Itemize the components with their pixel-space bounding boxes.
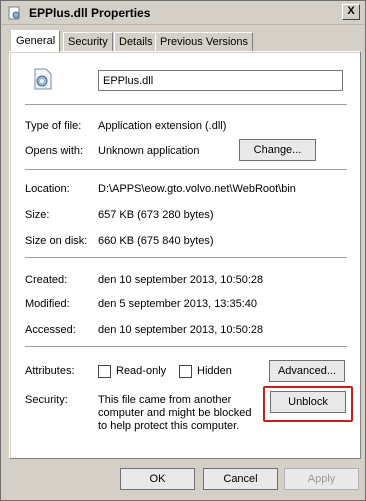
modified-value: den 5 september 2013, 13:35:40 (98, 298, 258, 310)
security-warning-text: This file came from another computer and… (98, 394, 252, 432)
divider (25, 104, 347, 106)
ok-button[interactable]: OK (120, 468, 195, 490)
general-panel: Type of file: Application extension (.dl… (9, 51, 361, 459)
read-only-label[interactable]: Read-only (116, 365, 166, 377)
dll-file-icon (8, 6, 20, 20)
window-title: EPPlus.dll Properties (29, 6, 151, 20)
created-value: den 10 september 2013, 10:50:28 (98, 274, 264, 286)
apply-button[interactable]: Apply (284, 468, 359, 490)
unblock-button[interactable]: Unblock (270, 391, 346, 413)
size-on-disk-label: Size on disk: (25, 235, 88, 247)
created-label: Created: (25, 274, 68, 286)
size-label: Size: (25, 209, 50, 221)
divider (25, 257, 347, 259)
cancel-button[interactable]: Cancel (203, 468, 278, 490)
file-gear-icon (34, 68, 52, 90)
hidden-label[interactable]: Hidden (197, 365, 232, 377)
tab-previous-versions[interactable]: Previous Versions (155, 32, 254, 51)
location-value: D:\APPS\eow.gto.volvo.net\WebRoot\bin (98, 183, 296, 195)
change-button[interactable]: Change... (239, 139, 316, 161)
size-value: 657 KB (673 280 bytes) (98, 209, 214, 221)
opens-with-value: Unknown application (98, 145, 200, 157)
divider (25, 169, 347, 171)
advanced-button[interactable]: Advanced... (269, 360, 345, 382)
accessed-label: Accessed: (25, 324, 76, 336)
opens-with-label: Opens with: (25, 145, 84, 157)
type-value: Application extension (.dll) (98, 120, 227, 132)
read-only-checkbox[interactable] (98, 365, 111, 378)
attributes-label: Attributes: (25, 365, 75, 377)
title-bar[interactable]: EPPlus.dll Properties X (2, 2, 364, 25)
location-label: Location: (25, 183, 70, 195)
hidden-checkbox[interactable] (179, 365, 192, 378)
tab-security[interactable]: Security (63, 32, 113, 51)
security-label: Security: (25, 394, 68, 406)
file-name-field[interactable] (98, 70, 343, 91)
type-label: Type of file: (25, 120, 82, 132)
modified-label: Modified: (25, 298, 70, 310)
accessed-value: den 10 september 2013, 10:50:28 (98, 324, 264, 336)
properties-window: EPPlus.dll Properties X General Security… (0, 0, 366, 501)
tab-details[interactable]: Details (114, 32, 158, 51)
close-button[interactable]: X (342, 4, 360, 20)
size-on-disk-value: 660 KB (675 840 bytes) (98, 235, 214, 247)
tab-general[interactable]: General (11, 30, 61, 52)
divider (25, 346, 347, 348)
